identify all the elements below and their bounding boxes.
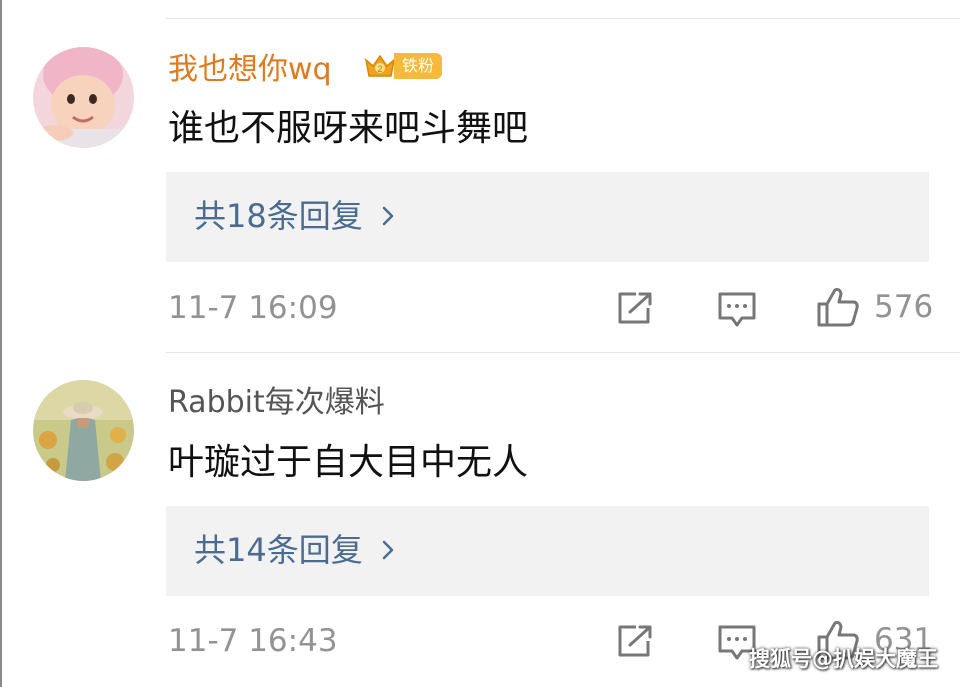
top-divider [166, 18, 960, 19]
svg-text:2: 2 [377, 64, 382, 74]
view-replies-link[interactable]: 共14条回复 [194, 530, 395, 570]
share-icon [618, 292, 652, 324]
share-button[interactable] [616, 623, 654, 659]
view-replies-link[interactable]: 共18条回复 [194, 196, 395, 236]
badge-label: 铁粉 [394, 53, 443, 79]
comment-text: 谁也不服呀来吧斗舞吧 [168, 108, 529, 149]
comment-text: 叶璇过于自大目中无人 [168, 442, 529, 483]
watermark: 搜狐号@扒娱大魔王 [749, 647, 938, 671]
chevron-right-icon [382, 206, 393, 226]
comment-time: 11-7 16:09 [168, 290, 338, 326]
share-icon [618, 625, 652, 657]
username[interactable]: 我也想你wq [168, 52, 332, 88]
replies-box[interactable]: 共14条回复 [166, 506, 929, 596]
comment-divider [166, 352, 960, 353]
like-count: 576 [874, 289, 934, 325]
username[interactable]: Rabbit每次爆料 [168, 385, 385, 421]
comment-button[interactable] [717, 291, 757, 329]
thumbs-up-icon [817, 288, 859, 327]
replies-box[interactable]: 共18条回复 [166, 172, 929, 262]
like-button[interactable]: 576 [816, 286, 933, 328]
crown-badge-icon: 2 [364, 54, 396, 77]
comment-time: 11-7 16:43 [168, 623, 338, 659]
window-edge [0, 0, 2, 687]
share-button[interactable] [616, 290, 654, 326]
fan-badge[interactable]: 2 铁粉 [362, 50, 443, 82]
avatar[interactable] [33, 47, 134, 148]
avatar[interactable] [33, 380, 134, 481]
comment-icon [718, 292, 756, 327]
replies-label: 共14条回复 [194, 531, 363, 569]
chevron-right-icon [382, 540, 393, 560]
replies-label: 共18条回复 [194, 197, 363, 235]
